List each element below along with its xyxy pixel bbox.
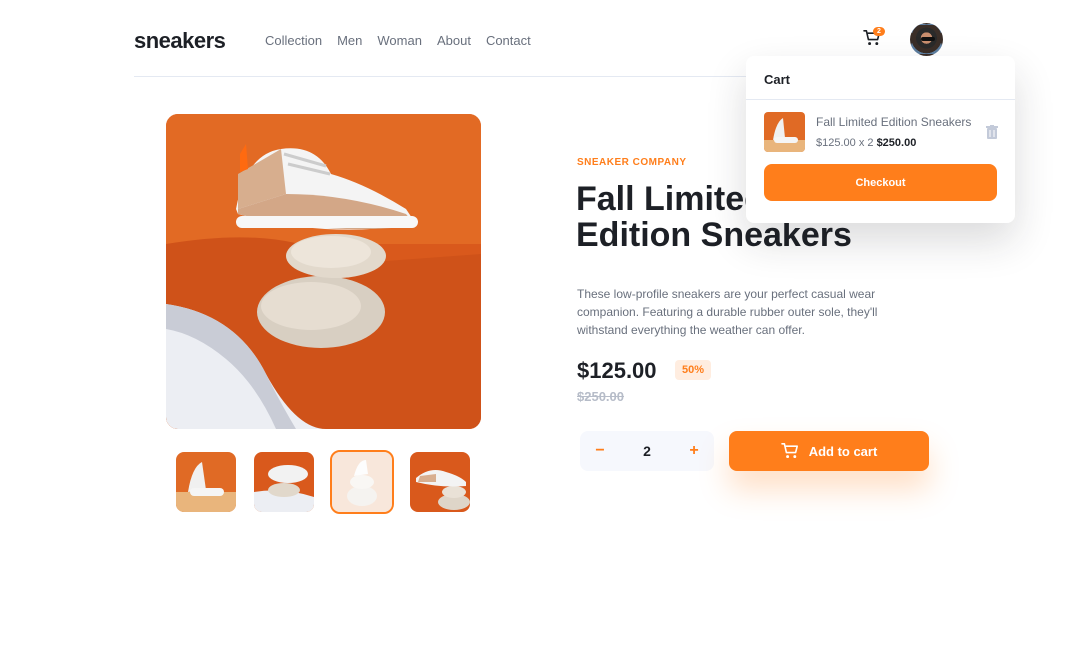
thumbnail-list xyxy=(176,450,470,514)
nav-about[interactable]: About xyxy=(437,33,471,48)
cart-icon xyxy=(780,443,798,459)
cart-button[interactable]: 2 xyxy=(863,27,885,50)
cart-item-total: $250.00 xyxy=(876,137,917,149)
nav-woman[interactable]: Woman xyxy=(377,33,422,48)
nav-contact[interactable]: Contact xyxy=(486,33,531,48)
nav-collection[interactable]: Collection xyxy=(265,33,322,48)
add-to-cart-button[interactable]: Add to cart xyxy=(729,431,929,471)
company-label: SNEAKER COMPANY xyxy=(577,157,687,168)
logo[interactable]: sneakers xyxy=(134,28,226,54)
thumbnail-4[interactable] xyxy=(410,452,470,512)
decrease-quantity-button[interactable]: − xyxy=(594,442,606,460)
thumbnail-1-image xyxy=(176,452,236,512)
original-price: $250.00 xyxy=(577,389,624,404)
cart-dropdown: Cart Fall Limited Edition Sneakers $125.… xyxy=(746,56,1015,223)
cart-item: Fall Limited Edition Sneakers $125.00 x … xyxy=(764,112,998,152)
thumbnail-3-image xyxy=(332,452,392,512)
thumbnail-3[interactable] xyxy=(330,450,394,514)
cart-count-badge: 2 xyxy=(873,27,885,36)
cart-item-calculation: $125.00 x 2 $250.00 xyxy=(816,137,916,149)
quantity-stepper: − 2 + xyxy=(580,431,714,471)
delete-icon[interactable] xyxy=(986,125,998,139)
cart-title: Cart xyxy=(746,56,1015,100)
cart-item-unit-qty: $125.00 x 2 xyxy=(816,137,874,149)
cart-item-thumbnail xyxy=(764,112,805,152)
cart-item-name: Fall Limited Edition Sneakers xyxy=(816,115,972,129)
cart-item-image xyxy=(764,112,805,152)
discount-badge: 50% xyxy=(675,360,712,380)
product-main-image[interactable] xyxy=(166,114,481,429)
thumbnail-2-image xyxy=(254,452,314,512)
avatar-glasses xyxy=(921,37,935,41)
sneaker-photo xyxy=(166,114,481,429)
thumbnail-1[interactable] xyxy=(176,452,236,512)
thumbnail-2[interactable] xyxy=(254,452,314,512)
thumbnail-4-image xyxy=(410,452,470,512)
increase-quantity-button[interactable]: + xyxy=(688,442,700,460)
nav-men[interactable]: Men xyxy=(337,33,362,48)
product-description: These low-profile sneakers are your perf… xyxy=(577,287,878,337)
current-price: $125.00 xyxy=(577,358,657,383)
quantity-value: 2 xyxy=(643,443,651,459)
checkout-button[interactable]: Checkout xyxy=(764,164,997,201)
main-nav: Collection Men Woman About Contact xyxy=(265,33,531,48)
add-to-cart-label: Add to cart xyxy=(808,443,878,459)
avatar[interactable] xyxy=(910,23,943,56)
